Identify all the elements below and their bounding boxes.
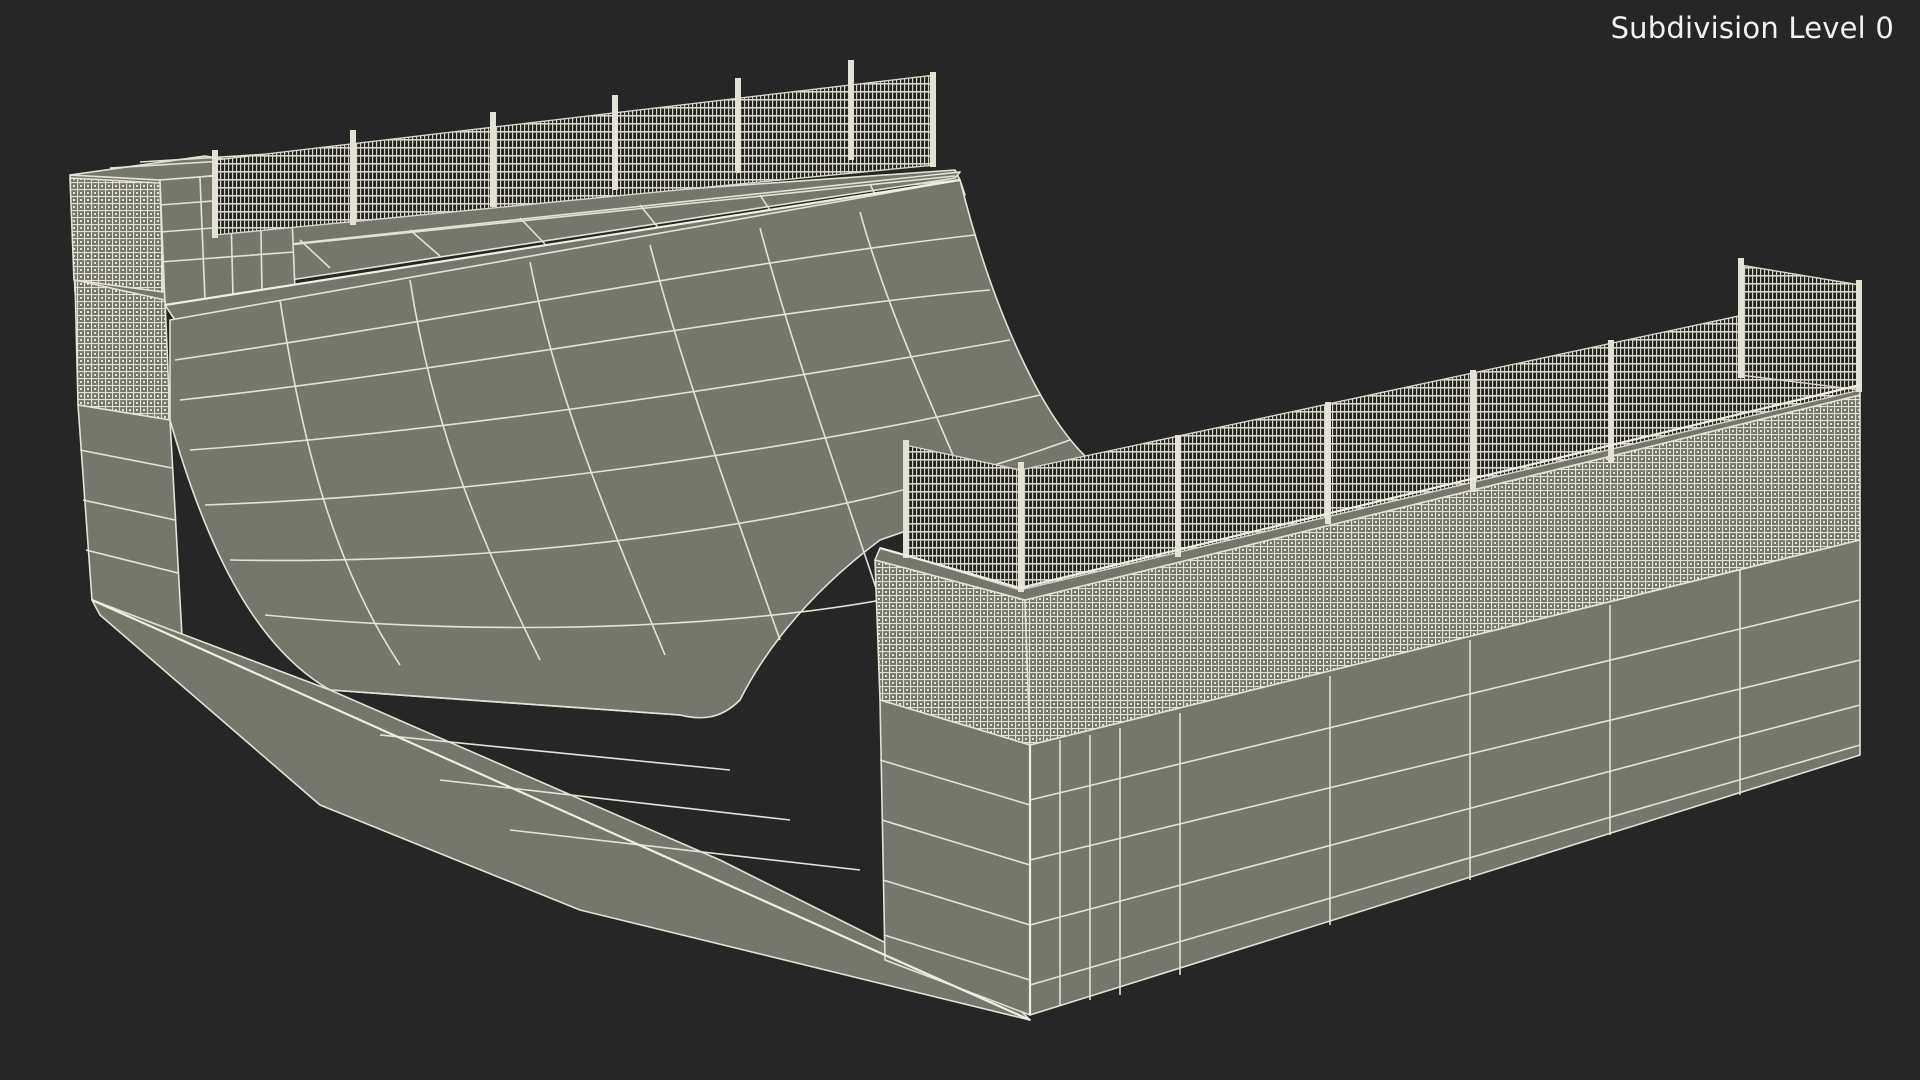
- left-mesh-band: [74, 279, 171, 421]
- ramp-model-wireframe: [69, 60, 1862, 1022]
- 3d-viewport[interactable]: Subdivision Level 0: [0, 0, 1920, 1080]
- subdivision-level-label: Subdivision Level 0: [1610, 11, 1894, 45]
